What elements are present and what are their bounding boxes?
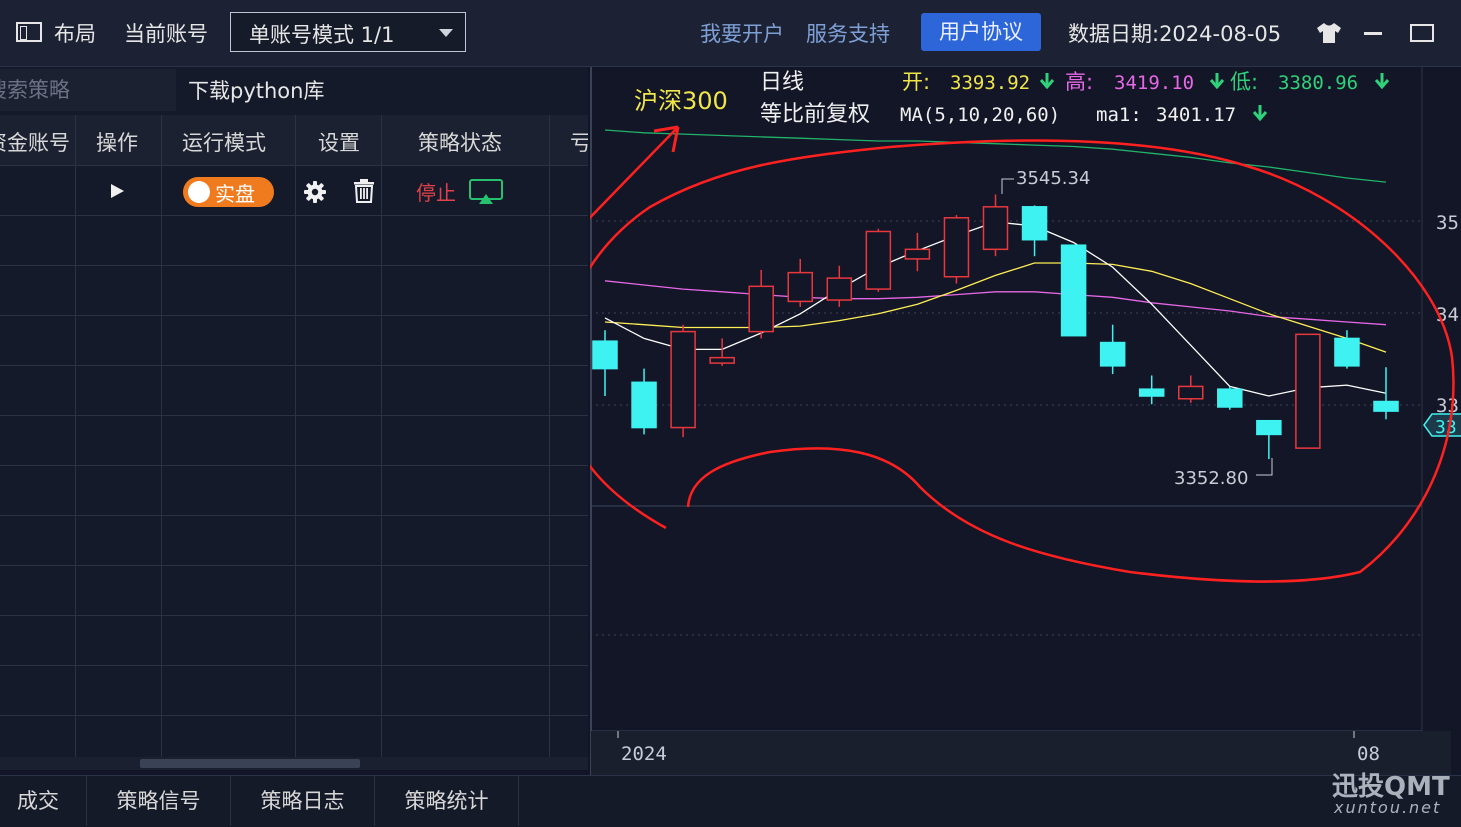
candle-body — [1217, 388, 1243, 408]
low-value: 3380.96 — [1278, 72, 1358, 94]
max-price-label: 3545.34 — [1016, 168, 1090, 189]
candle — [943, 215, 970, 284]
x-tick-label: 08 — [1357, 743, 1380, 765]
tshirt-icon[interactable] — [1316, 22, 1342, 44]
maximize-icon[interactable] — [1410, 24, 1434, 42]
high-value: 3419.10 — [1114, 72, 1194, 94]
min-price-label: 3352.80 — [1174, 468, 1248, 489]
strategy-panel: 下载python库 资金账号 操作 运行模式 设置 策略状态 亏 实盘 — [0, 67, 588, 770]
x-tick-label: 2024 — [621, 743, 667, 765]
account-mode-value: 单账号模式 1/1 — [249, 23, 395, 47]
data-date: 数据日期:2024-08-05 — [1068, 22, 1282, 46]
column-header-pnl[interactable]: 亏 — [570, 127, 588, 157]
tab-strategy-log[interactable]: 策略日志 — [231, 776, 375, 826]
candle-body — [1099, 341, 1126, 367]
layout-icon[interactable] — [16, 22, 42, 42]
candle-body — [1178, 385, 1204, 400]
candle — [1217, 386, 1243, 410]
column-header-status[interactable]: 策略状态 — [418, 127, 502, 157]
account-mode-select[interactable]: 单账号模式 1/1 — [230, 12, 466, 52]
candle-body — [865, 230, 892, 290]
ma1-label: ma1: — [1096, 104, 1142, 126]
candle-body — [787, 271, 813, 303]
chart-period: 日线 — [760, 70, 804, 95]
column-header-run-mode[interactable]: 运行模式 — [182, 127, 266, 157]
candle — [865, 228, 892, 292]
candle-body — [982, 206, 1009, 251]
candle-body — [748, 285, 774, 333]
kline-chart[interactable]: 沪深300 日线 等比前复权 开: 3393.92 高: 3419.10 低: … — [590, 67, 1461, 775]
run-mode-toggle[interactable]: 实盘 — [183, 177, 274, 207]
candle-body — [904, 248, 931, 260]
strategy-search-input[interactable] — [0, 69, 176, 111]
column-header-account[interactable]: 资金账号 — [0, 127, 70, 157]
brand-url: xuntou.net — [1334, 798, 1442, 817]
low-label: 低: — [1230, 70, 1258, 94]
run-mode-label: 实盘 — [215, 182, 255, 206]
candle-body — [1256, 419, 1282, 436]
gear-icon[interactable] — [303, 180, 327, 204]
high-label: 高: — [1065, 70, 1093, 94]
tab-strategy-signal[interactable]: 策略信号 — [87, 776, 231, 826]
open-label: 开: — [902, 70, 930, 94]
toggle-knob — [188, 181, 210, 203]
ma-label: MA(5,10,20,60) — [900, 104, 1060, 126]
candle-body — [670, 330, 696, 429]
candle-body — [1021, 206, 1048, 241]
candle — [1060, 244, 1087, 337]
minimize-icon[interactable] — [1364, 32, 1382, 35]
open-value: 3393.92 — [950, 72, 1030, 94]
column-header-settings[interactable]: 设置 — [318, 127, 360, 157]
top-bar: 布局 当前账号 单账号模式 1/1 我要开户 服务支持 用户协议 数据日期:20… — [0, 0, 1461, 67]
candle-body — [1373, 400, 1399, 412]
candle-body — [826, 277, 853, 301]
candle-body — [1060, 244, 1087, 337]
column-header-action[interactable]: 操作 — [96, 127, 138, 157]
strategy-table-header: 资金账号 操作 运行模式 设置 策略状态 亏 — [0, 115, 588, 165]
chart-symbol: 沪深300 — [634, 87, 728, 115]
horizontal-scrollbar[interactable] — [0, 757, 588, 770]
chart-adjust: 等比前复权 — [760, 102, 870, 127]
candle-body — [631, 381, 657, 429]
download-python-button[interactable]: 下载python库 — [188, 75, 324, 105]
play-icon[interactable] — [111, 184, 124, 198]
open-account-link[interactable]: 我要开户 — [700, 18, 784, 48]
candle-body — [1334, 337, 1360, 367]
service-support-link[interactable]: 服务支持 — [806, 18, 890, 48]
candle-body — [592, 340, 618, 370]
bottom-tab-bar: 成交 策略信号 策略日志 策略统计 — [0, 775, 1461, 827]
candle-body — [1295, 333, 1321, 449]
user-agreement-button[interactable]: 用户协议 — [921, 13, 1041, 51]
tab-trades[interactable]: 成交 — [0, 776, 87, 826]
trash-icon[interactable] — [353, 179, 375, 203]
scrollbar-thumb[interactable] — [140, 759, 360, 768]
strategy-table: 实盘 停止 — [0, 115, 588, 765]
y-tick-label: 35 — [1436, 212, 1459, 234]
chevron-down-icon — [439, 29, 453, 37]
candle-body — [1138, 388, 1165, 397]
candle — [1295, 333, 1321, 449]
candle-body — [709, 356, 735, 364]
ma1-value: 3401.17 — [1156, 104, 1236, 126]
account-label: 当前账号 — [124, 22, 208, 46]
layout-menu[interactable]: 布局 — [54, 18, 96, 48]
candle-body — [943, 217, 970, 278]
monitor-icon[interactable] — [469, 179, 503, 205]
tab-strategy-stats[interactable]: 策略统计 — [375, 776, 519, 826]
price-marker-label: 33 — [1435, 417, 1457, 438]
table-row[interactable]: 实盘 停止 — [0, 165, 588, 215]
strategy-status: 停止 — [416, 181, 456, 205]
candle — [670, 324, 696, 438]
